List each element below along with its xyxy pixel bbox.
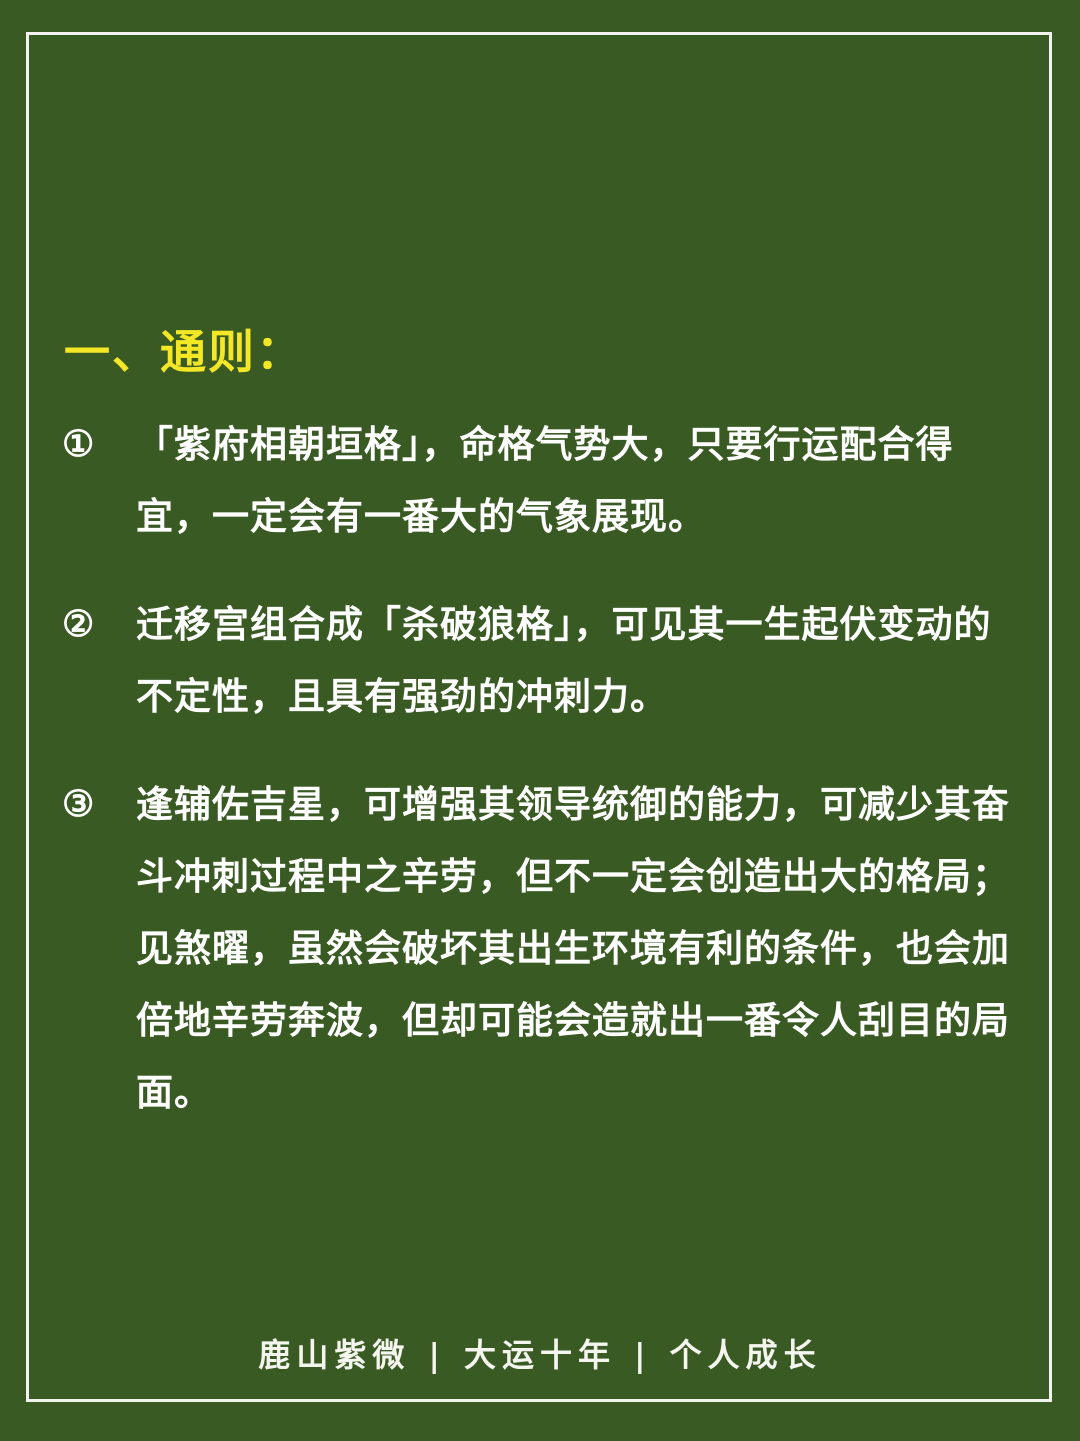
item-text: 逢辅佐吉星，可增强其领导统御的能力，可减少其奋斗冲刺过程中之辛劳，但不一定会创造… [136, 782, 1010, 1114]
footer-brand: 鹿山紫微 [258, 1336, 411, 1374]
list-item: ① 「紫府相朝垣格」，命格气势大，只要行运配合得宜，一定会有一番大的气象展现。 [62, 408, 1022, 552]
footer-separator: | [428, 1336, 446, 1374]
item-number: ② [62, 603, 95, 645]
footer-topic: 大运十年 [463, 1336, 616, 1374]
item-text: 「紫府相朝垣格」，命格气势大，只要行运配合得宜，一定会有一番大的气象展现。 [136, 422, 954, 538]
item-text: 迁移宫组合成「杀破狼格」，可见其一生起伏变动的不定性，且具有强劲的冲刺力。 [136, 602, 992, 718]
footer-subtopic: 个人成长 [669, 1336, 822, 1374]
footer-separator: | [634, 1336, 652, 1374]
section-heading: 一、通则： [64, 325, 304, 379]
list-item: ② 迁移宫组合成「杀破狼格」，可见其一生起伏变动的不定性，且具有强劲的冲刺力。 [62, 588, 1022, 732]
footer-tagline: 鹿山紫微 | 大运十年 | 个人成长 [0, 1330, 1080, 1380]
item-number: ① [62, 423, 95, 465]
list-item: ③ 逢辅佐吉星，可增强其领导统御的能力，可减少其奋斗冲刺过程中之辛劳，但不一定会… [62, 768, 1022, 1128]
item-number: ③ [62, 783, 95, 825]
